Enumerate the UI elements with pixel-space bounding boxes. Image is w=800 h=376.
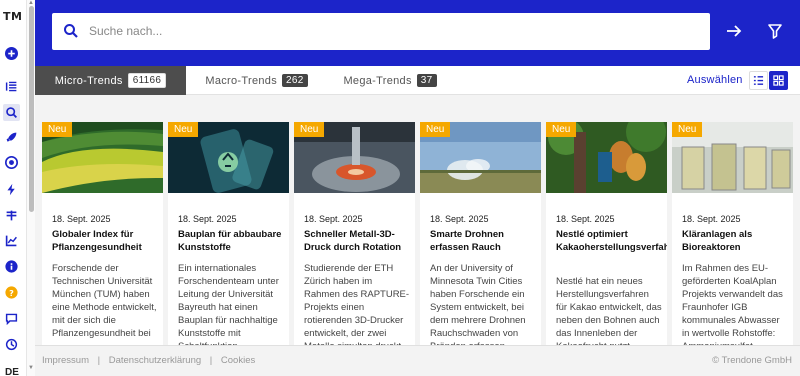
tab-label: Micro-Trends <box>54 74 123 87</box>
grid-view-button[interactable] <box>769 71 788 90</box>
trend-card[interactable]: Neu 18. Sept. 2025 Nestlé optimiert Kaka… <box>546 122 667 345</box>
trend-tabs: Micro-Trends 61166 Macro-Trends 262 Mega… <box>35 66 800 95</box>
card-date: 18. Sept. 2025 <box>178 214 237 224</box>
filter-icon[interactable] <box>766 22 784 40</box>
card-date: 18. Sept. 2025 <box>682 214 741 224</box>
arrow-right-icon[interactable] <box>725 22 743 40</box>
info-icon[interactable] <box>3 258 20 275</box>
card-date: 18. Sept. 2025 <box>52 214 111 224</box>
language-switcher[interactable]: DE <box>5 367 19 376</box>
tab-label: Macro-Trends <box>205 74 278 87</box>
tab-count: 37 <box>416 74 437 87</box>
new-badge: Neu <box>294 122 325 137</box>
trend-card[interactable]: Neu 18. Sept. 2025 Kläranlagen als Biore… <box>672 122 793 345</box>
app-root: TM ? DE ▲ ▼ Suche nach... Micro-Trends 6… <box>0 0 800 376</box>
search-icon <box>64 24 78 38</box>
target-icon[interactable] <box>3 154 20 171</box>
card-description: Ein internationales Forschendenteam unte… <box>178 263 279 345</box>
tab-label: Mega-Trends <box>343 74 412 87</box>
tab-mega-trends[interactable]: Mega-Trends 37 <box>327 66 453 95</box>
list-view-button[interactable] <box>749 71 768 90</box>
copyright-text: © Trendone GmbH <box>712 355 792 366</box>
trend-card[interactable]: Neu 18. Sept. 2025 Schneller Metall-3D-D… <box>294 122 415 345</box>
new-badge: Neu <box>420 122 451 137</box>
new-badge: Neu <box>168 122 199 137</box>
card-title: Bauplan für abbaubare Kunststoffe <box>178 229 282 253</box>
card-date: 18. Sept. 2025 <box>430 214 489 224</box>
card-date: 18. Sept. 2025 <box>304 214 363 224</box>
search-box <box>52 13 710 50</box>
page-footer: Impressum | Datenschutzerklärung | Cooki… <box>35 345 800 376</box>
card-image: Neu <box>42 122 163 193</box>
card-image: Neu <box>672 122 793 193</box>
footer-links: Impressum | Datenschutzerklärung | Cooki… <box>42 355 255 366</box>
tab-micro-trends[interactable]: Micro-Trends 61166 <box>35 66 186 95</box>
filter-lines-icon[interactable] <box>3 207 20 224</box>
card-description: An der University of Minnesota Twin Citi… <box>430 263 526 345</box>
history-icon[interactable] <box>3 336 20 353</box>
card-title: Smarte Drohnen erfassen Rauch <box>430 229 504 253</box>
card-title: Schneller Metall-3D-Druck durch Rotation <box>304 229 402 253</box>
card-image: Neu <box>294 122 415 193</box>
card-description: Nestlé hat ein neues Herstellungsverfahr… <box>556 276 662 345</box>
footer-link-cookies[interactable]: Cookies <box>221 355 255 366</box>
help-icon[interactable]: ? <box>3 284 20 301</box>
new-badge: Neu <box>546 122 577 137</box>
footer-separator: | <box>97 355 101 366</box>
card-title: Kläranlagen als Bioreaktoren <box>682 229 753 253</box>
list-view-icon <box>753 76 764 85</box>
card-title: Globaler Index für Pflanzengesundheit <box>52 229 142 253</box>
card-date: 18. Sept. 2025 <box>556 214 615 224</box>
tab-count: 61166 <box>127 73 167 88</box>
plus-circle-icon[interactable] <box>3 45 20 62</box>
new-badge: Neu <box>672 122 703 137</box>
card-image: Neu <box>546 122 667 193</box>
select-button[interactable]: Auswählen <box>687 74 743 86</box>
new-badge: Neu <box>42 122 73 137</box>
chat-icon[interactable] <box>3 310 20 327</box>
trend-card[interactable]: Neu 18. Sept. 2025 Bauplan für abbaubare… <box>168 122 289 345</box>
footer-link-privacy[interactable]: Datenschutzerklärung <box>109 355 201 366</box>
footer-link-impressum[interactable]: Impressum <box>42 355 89 366</box>
footer-separator: | <box>209 355 213 366</box>
chart-icon[interactable] <box>3 232 20 249</box>
left-sidebar: TM ? DE <box>0 0 26 376</box>
app-logo[interactable]: TM <box>3 10 22 23</box>
search-header <box>35 0 800 66</box>
trend-card-grid: Neu 18. Sept. 2025 Globaler Index für Pf… <box>35 95 800 345</box>
sidebar-scrollbar[interactable]: ▲ ▼ <box>26 0 35 376</box>
trend-card[interactable]: Neu 18. Sept. 2025 Smarte Drohnen erfass… <box>420 122 541 345</box>
search-icon[interactable] <box>3 104 20 121</box>
trend-card[interactable]: Neu 18. Sept. 2025 Globaler Index für Pf… <box>42 122 163 345</box>
card-image: Neu <box>420 122 541 193</box>
card-description: Im Rahmen des EU-geförderten KoalAplan P… <box>682 263 783 345</box>
rocket-icon[interactable] <box>3 129 20 146</box>
svg-text:?: ? <box>9 288 14 298</box>
card-description: Forschende der Technischen Universität M… <box>52 263 157 339</box>
bolt-icon[interactable] <box>3 181 20 198</box>
grid-view-icon <box>773 75 784 86</box>
scroll-down-arrow-icon[interactable]: ▼ <box>28 365 34 371</box>
card-title: Nestlé optimiert Kakaoherstellungsverfah… <box>556 229 667 253</box>
tab-count: 262 <box>282 74 308 87</box>
scrollbar-thumb[interactable] <box>29 6 34 212</box>
tab-macro-trends[interactable]: Macro-Trends 262 <box>186 66 327 95</box>
card-description: Studierende der ETH Zürich haben im Rahm… <box>304 263 410 345</box>
search-input[interactable] <box>89 21 689 41</box>
card-image: Neu <box>168 122 289 193</box>
list-icon[interactable] <box>3 78 20 95</box>
